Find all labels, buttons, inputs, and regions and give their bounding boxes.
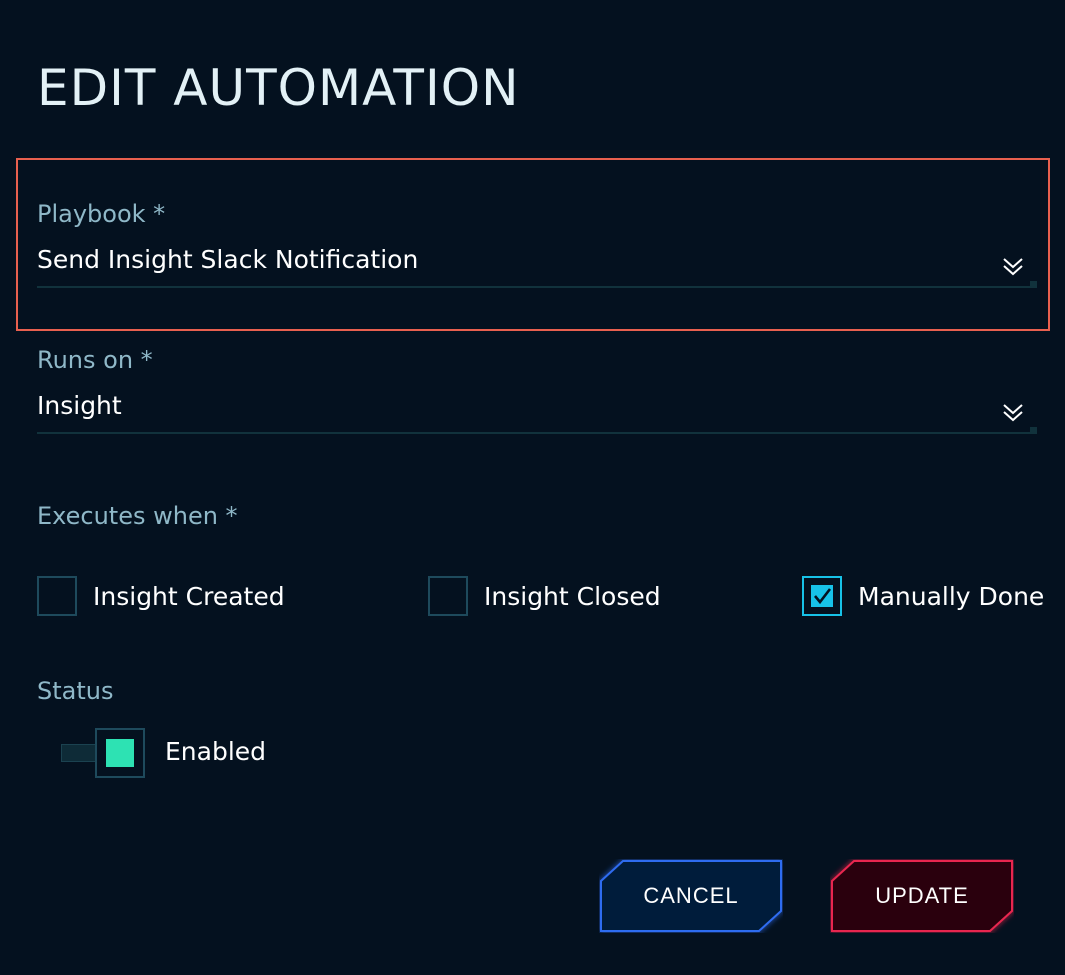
status-toggle-label: Enabled xyxy=(165,737,267,766)
checkbox-box[interactable] xyxy=(802,576,842,616)
status-toggle[interactable] xyxy=(61,728,145,778)
runs-on-select[interactable]: Insight xyxy=(37,390,1037,434)
checkbox-insight-created[interactable]: Insight Created xyxy=(37,576,285,616)
status-label: Status xyxy=(37,677,114,705)
checkbox-insight-closed[interactable]: Insight Closed xyxy=(428,576,661,616)
runs-on-select-value: Insight xyxy=(37,391,122,420)
playbook-select-value: Send Insight Slack Notification xyxy=(37,245,419,274)
page-title: EDIT AUTOMATION xyxy=(37,59,520,117)
cancel-button-label: CANCEL xyxy=(643,883,739,908)
chevron-double-down-icon xyxy=(1003,404,1023,422)
playbook-select[interactable]: Send Insight Slack Notification xyxy=(37,244,1037,288)
select-corner-mark xyxy=(1030,281,1037,288)
playbook-label: Playbook * xyxy=(37,200,166,228)
update-button[interactable]: UPDATE xyxy=(830,859,1014,933)
chevron-double-down-icon xyxy=(1003,258,1023,276)
checkbox-label: Insight Closed xyxy=(484,581,661,611)
checkbox-manually-done[interactable]: Manually Done xyxy=(802,576,1044,616)
checkbox-label: Manually Done xyxy=(858,581,1045,611)
executes-when-label: Executes when * xyxy=(37,502,238,530)
checkmark-icon xyxy=(814,588,832,605)
checkbox-label: Insight Created xyxy=(93,581,285,611)
select-corner-mark xyxy=(1030,427,1037,434)
checkbox-box[interactable] xyxy=(37,576,77,616)
runs-on-label: Runs on * xyxy=(37,346,153,374)
update-button-label: UPDATE xyxy=(875,883,969,908)
checkbox-box[interactable] xyxy=(428,576,468,616)
edit-automation-dialog: EDIT AUTOMATION Playbook * Send Insight … xyxy=(0,0,1065,975)
toggle-knob[interactable] xyxy=(95,728,145,778)
cancel-button[interactable]: CANCEL xyxy=(599,859,783,933)
